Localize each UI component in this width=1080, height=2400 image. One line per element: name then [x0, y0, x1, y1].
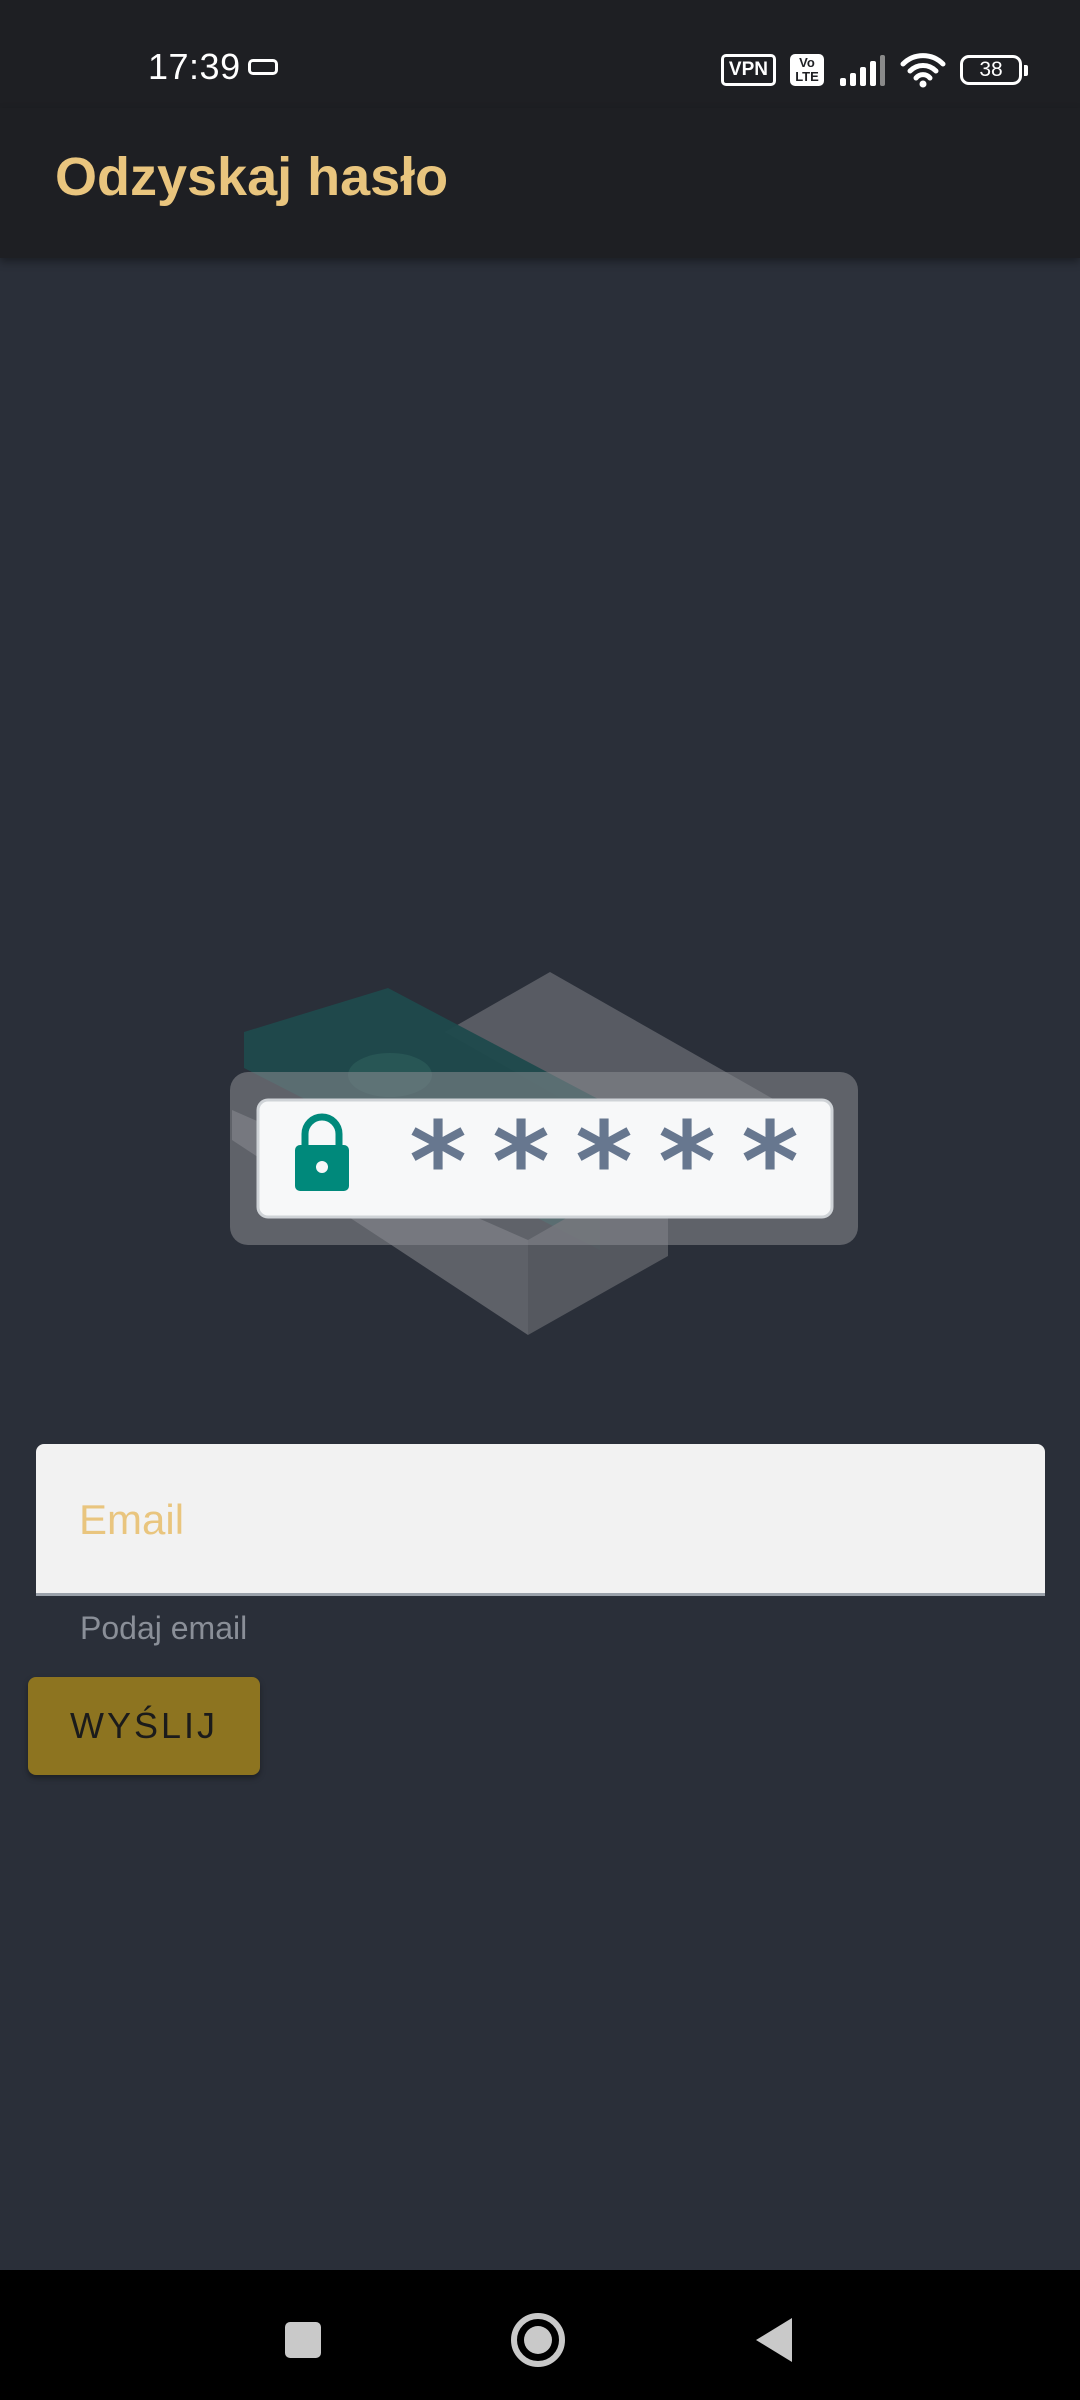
- app-bar: Odzyskaj hasło: [0, 108, 1080, 258]
- status-time: 17:39: [148, 46, 241, 87]
- home-circle-icon[interactable]: [508, 2310, 568, 2370]
- send-button[interactable]: WYŚLIJ: [28, 1677, 260, 1775]
- battery-icon: 38: [960, 55, 1028, 85]
- svg-text:*: *: [741, 1098, 799, 1226]
- email-helper-text: Podaj email: [80, 1610, 248, 1646]
- volte-icon: Vo LTE: [790, 54, 824, 86]
- volte-bottom-text: LTE: [795, 69, 819, 84]
- send-button-label: WYŚLIJ: [69, 1705, 219, 1746]
- svg-text:*: *: [575, 1098, 633, 1226]
- volte-top-text: Vo: [799, 55, 815, 70]
- svg-text:*: *: [658, 1098, 716, 1226]
- email-field[interactable]: Email: [36, 1444, 1045, 1596]
- recents-square-icon[interactable]: [273, 2310, 333, 2370]
- email-field-label: Email: [79, 1496, 185, 1543]
- signal-icon: [840, 55, 885, 86]
- svg-text:*: *: [409, 1098, 467, 1226]
- page-title: Odzyskaj hasło: [55, 147, 449, 207]
- password-illustration: * * * * *: [230, 972, 858, 1335]
- status-icons: VPN Vo LTE 38: [720, 50, 1028, 90]
- back-triangle-icon[interactable]: [744, 2310, 804, 2370]
- wifi-icon: [900, 53, 946, 88]
- vpn-icon: VPN: [720, 54, 776, 86]
- status-bar: 17:39 VPN Vo LTE 38: [0, 0, 1080, 108]
- navigation-bar: [0, 2270, 1080, 2400]
- svg-text:*: *: [492, 1098, 550, 1226]
- sim-icon: [248, 59, 278, 75]
